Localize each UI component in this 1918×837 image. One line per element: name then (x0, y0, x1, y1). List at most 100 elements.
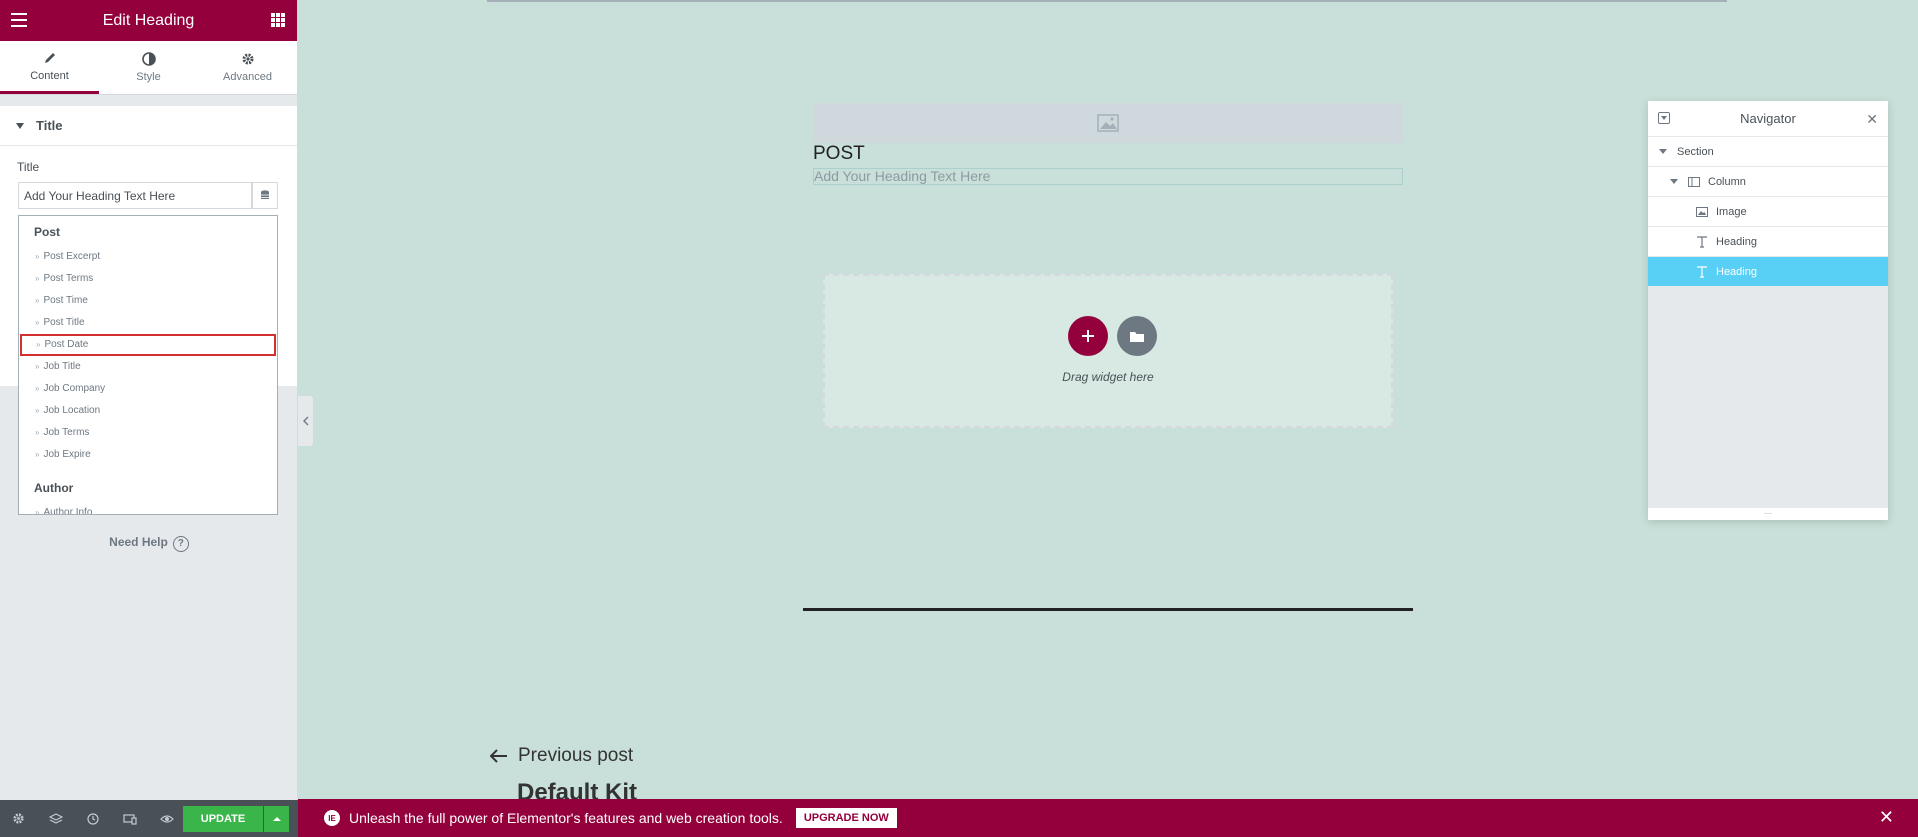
promo-message: Unleash the full power of Elementor's fe… (349, 810, 783, 826)
chevron-left-icon (302, 416, 308, 426)
update-button[interactable]: UPDATE (183, 806, 263, 832)
upgrade-now-button[interactable]: UPGRADE NOW (795, 808, 897, 828)
preview-eye-icon[interactable] (158, 810, 175, 827)
navigator-resize-handle[interactable]: ... (1648, 507, 1888, 520)
tab-content-label: Content (30, 69, 69, 82)
dropdown-item-label: Author Info (43, 507, 93, 515)
nav-item-column[interactable]: Column (1648, 167, 1888, 197)
widgets-grid-icon[interactable] (271, 13, 285, 27)
dropdown-item-label: Post Excerpt (43, 251, 101, 262)
nav-item-heading-selected[interactable]: Heading (1648, 257, 1888, 287)
caret-up-icon (272, 817, 281, 821)
layers-icon[interactable] (47, 810, 64, 827)
navigator-title: Navigator (1740, 111, 1796, 126)
tab-style-label: Style (136, 71, 161, 83)
gear-icon (242, 53, 253, 65)
post-heading[interactable]: POST (813, 143, 865, 165)
placeholder-heading[interactable]: Add Your Heading Text Here (813, 168, 1403, 185)
widget-drop-area[interactable]: Drag widget here (823, 274, 1393, 428)
dropdown-group-author: Author (34, 481, 74, 495)
database-icon (261, 190, 269, 199)
dropdown-item-post-time[interactable]: » Post Time (19, 290, 277, 312)
promo-bar: IE Unleash the full power of Elementor's… (298, 799, 1918, 837)
folder-icon (1130, 331, 1144, 342)
nav-item-label: Image (1716, 205, 1747, 218)
hamburger-menu-icon[interactable] (11, 13, 27, 27)
caret-down-icon[interactable] (1670, 179, 1678, 184)
dynamic-tags-button[interactable] (252, 182, 278, 209)
dynamic-tags-dropdown: Post » Post Excerpt » Post Terms » Post Tim… (18, 215, 278, 515)
previous-post-label: Previous post (518, 745, 634, 766)
dropdown-item-label: Post Time (43, 295, 88, 306)
collapse-panel-handle[interactable] (298, 396, 313, 446)
panel-title: Edit Heading (102, 11, 195, 29)
caret-down-icon (16, 122, 24, 129)
dropdown-item-post-terms[interactable]: » Post Terms (19, 268, 277, 290)
navigator-collapse-icon[interactable] (1658, 112, 1670, 124)
navigator-header[interactable]: Navigator ✕ (1648, 101, 1888, 137)
canvas-top-line (487, 0, 1727, 2)
image-placeholder[interactable] (813, 103, 1403, 143)
nav-item-label: Section (1677, 145, 1714, 158)
dropdown-item-author-info[interactable]: » Author Info (19, 502, 277, 515)
title-input[interactable]: Add Your Heading Text Here (18, 182, 252, 209)
tab-content[interactable]: Content (0, 41, 99, 94)
dropdown-item-job-expire[interactable]: » Job Expire (19, 444, 277, 466)
need-help-label: Need Help (109, 535, 168, 549)
image-icon (1696, 206, 1708, 217)
nav-item-label: Heading (1716, 265, 1757, 278)
close-icon[interactable]: ✕ (1879, 808, 1894, 826)
pencil-icon (44, 52, 55, 63)
dropdown-item-post-title[interactable]: » Post Title (19, 312, 277, 334)
dropdown-item-label: Post Terms (43, 273, 94, 284)
need-help-link[interactable]: Need Help? (0, 535, 298, 552)
add-template-button[interactable] (1117, 316, 1157, 356)
half-circle-icon (141, 52, 156, 66)
dropdown-item-label: Post Date (44, 339, 89, 350)
drag-widget-text: Drag widget here (1062, 370, 1154, 384)
dropdown-item-job-terms[interactable]: » Job Terms (19, 422, 277, 444)
section-title-toggle[interactable]: Title (0, 106, 297, 146)
divider-line (803, 608, 1413, 611)
plus-icon (1082, 330, 1094, 342)
nav-item-image[interactable]: Image (1648, 197, 1888, 227)
arrow-left-icon (490, 749, 507, 763)
add-section-button[interactable] (1068, 316, 1108, 356)
title-label: Title (17, 160, 40, 174)
previous-post-link[interactable]: Previous post (490, 745, 633, 767)
settings-icon[interactable] (10, 810, 27, 827)
dropdown-item-label: Job Location (43, 405, 101, 416)
dropdown-item-job-location[interactable]: » Job Location (19, 400, 277, 422)
nav-item-section[interactable]: Section (1648, 137, 1888, 167)
dropdown-item-label: Job Title (43, 361, 81, 372)
question-icon: ? (172, 536, 189, 552)
caret-down-icon[interactable] (1659, 149, 1667, 154)
dropdown-item-post-date[interactable]: » Post Date (20, 334, 276, 356)
navigator-panel: Navigator ✕ Section Column Image Heading… (1648, 101, 1888, 520)
nav-item-label: Column (1708, 175, 1746, 188)
dropdown-item-job-title[interactable]: » Job Title (19, 356, 277, 378)
panel-header: Edit Heading (0, 0, 297, 41)
dropdown-item-label: Job Terms (43, 427, 90, 438)
tab-advanced[interactable]: Advanced (198, 41, 297, 94)
history-icon[interactable] (84, 810, 101, 827)
column-icon (1688, 176, 1700, 187)
update-options-button[interactable] (264, 806, 289, 832)
heading-icon (1696, 235, 1708, 248)
nav-item-label: Heading (1716, 235, 1757, 248)
panel-tabs: Content Style Advanced (0, 41, 297, 95)
dropdown-item-post-excerpt[interactable]: » Post Excerpt (19, 246, 277, 268)
tab-style[interactable]: Style (99, 41, 198, 94)
image-icon (1097, 114, 1119, 132)
close-icon[interactable]: ✕ (1866, 111, 1878, 128)
dropdown-item-label: Post Title (43, 317, 85, 328)
dropdown-group-post: Post (34, 225, 61, 239)
dropdown-item-job-company[interactable]: » Job Company (19, 378, 277, 400)
panel-footer: UPDATE (0, 800, 298, 837)
editor-panel: Edit Heading Content Style Advanced Titl… (0, 0, 298, 837)
responsive-icon[interactable] (121, 810, 138, 827)
dropdown-item-label: Job Company (43, 383, 106, 394)
elementor-logo-text: IE (328, 813, 336, 823)
heading-icon (1696, 265, 1708, 278)
nav-item-heading[interactable]: Heading (1648, 227, 1888, 257)
